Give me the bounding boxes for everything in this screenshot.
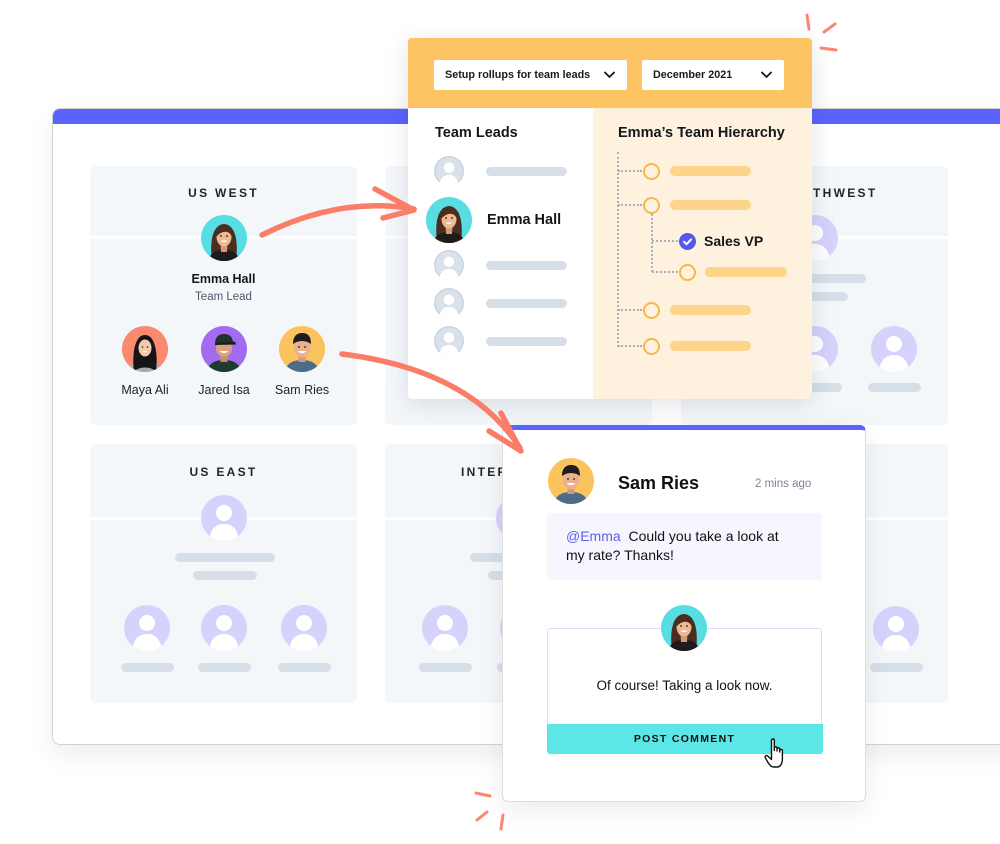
placeholder-avatar-icon	[124, 605, 170, 651]
placeholder-avatar-icon	[434, 288, 464, 318]
avatar-emma-hall[interactable]	[201, 215, 247, 261]
placeholder-bar	[868, 383, 921, 392]
avatar-emma-hall	[661, 605, 707, 651]
rollup-mode-select[interactable]: Setup rollups for team leads	[434, 60, 627, 90]
team-hierarchy-pane: Emma’s Team Hierarchy Sales VP	[593, 108, 812, 399]
placeholder-bar	[486, 167, 567, 176]
period-value: December 2021	[653, 69, 733, 81]
region-label: THWEST	[813, 186, 878, 200]
placeholder-bar	[705, 267, 787, 277]
rollup-panel: Setup rollups for team leads December 20…	[408, 38, 812, 399]
reply-text[interactable]: Of course! Taking a look now.	[548, 678, 821, 693]
sparkle-icon	[474, 791, 505, 831]
rollup-mode-value: Setup rollups for team leads	[445, 69, 591, 81]
placeholder-bar	[670, 200, 751, 210]
tree-line	[618, 204, 642, 206]
placeholder-avatar-icon	[873, 606, 919, 652]
placeholder-bar	[486, 261, 567, 270]
period-select[interactable]: December 2021	[642, 60, 784, 90]
region-label: US EAST	[189, 465, 258, 479]
hierarchy-label: Sales VP	[704, 233, 764, 249]
placeholder-avatar-icon	[434, 156, 464, 186]
avatar-emma-hall	[426, 197, 472, 243]
radio-circle-icon	[679, 264, 696, 281]
hand-cursor-icon	[764, 738, 784, 768]
radio-circle-icon	[643, 163, 660, 180]
placeholder-bar	[670, 341, 751, 351]
placeholder-bar	[175, 553, 275, 562]
lead-role: Team Lead	[195, 291, 252, 303]
tree-line	[617, 152, 619, 347]
placeholder-avatar-icon	[434, 250, 464, 280]
tree-line	[652, 271, 678, 273]
member-name: Jared Isa	[198, 383, 250, 397]
tree-line	[652, 240, 678, 242]
team-leads-pane: Team Leads Emma Hall	[408, 108, 593, 399]
placeholder-bar	[670, 166, 751, 176]
radio-circle-icon	[643, 302, 660, 319]
placeholder-bar	[198, 663, 251, 672]
lead-name: Emma Hall	[191, 272, 256, 286]
avatar-maya-ali[interactable]	[122, 326, 168, 372]
hierarchy-title: Emma’s Team Hierarchy	[618, 125, 785, 141]
chevron-down-icon	[604, 71, 615, 79]
placeholder-avatar-icon	[201, 605, 247, 651]
avatar-jared-isa[interactable]	[201, 326, 247, 372]
team-lead-name: Emma Hall	[487, 212, 562, 228]
comment-author: Sam Ries	[618, 473, 700, 493]
placeholder-avatar-icon	[201, 495, 247, 541]
placeholder-bar	[278, 663, 331, 672]
check-circle-icon	[679, 233, 696, 250]
region-card-us-west[interactable]: US WEST Emma Hall Team Lead Maya Ali Jar…	[90, 166, 357, 425]
comment-timestamp: 2 mins ago	[755, 478, 812, 490]
region-card-us-east[interactable]: US EAST	[90, 444, 357, 703]
tree-line	[618, 345, 642, 347]
placeholder-bar	[419, 663, 472, 672]
tree-line	[618, 170, 642, 172]
placeholder-avatar-icon	[281, 605, 327, 651]
placeholder-bar	[193, 571, 257, 580]
member-name: Sam Ries	[274, 383, 330, 397]
radio-circle-icon	[643, 197, 660, 214]
member-name: Maya Ali	[121, 383, 169, 397]
radio-circle-icon	[643, 338, 660, 355]
tree-line	[618, 309, 642, 311]
placeholder-bar	[121, 663, 174, 672]
mention-link[interactable]: @Emma	[566, 528, 621, 544]
avatar-sam-ries	[548, 458, 594, 504]
placeholder-bar	[670, 305, 751, 315]
placeholder-avatar-icon	[434, 326, 464, 356]
placeholder-bar	[870, 663, 923, 672]
rollup-panel-header: Setup rollups for team leads December 20…	[408, 38, 812, 108]
region-label: US WEST	[188, 186, 259, 200]
comment-card: Sam Ries 2 mins ago @Emma Could you take…	[502, 425, 866, 802]
chevron-down-icon	[761, 71, 772, 79]
placeholder-bar	[486, 299, 567, 308]
placeholder-bar	[486, 337, 567, 346]
comment-message: @Emma Could you take a look at my rate? …	[547, 513, 822, 580]
tree-line	[651, 214, 653, 272]
team-leads-title: Team Leads	[435, 125, 518, 141]
placeholder-avatar-icon	[871, 326, 917, 372]
avatar-sam-ries[interactable]	[279, 326, 325, 372]
page: US WEST Emma Hall Team Lead Maya Ali Jar…	[0, 0, 1000, 844]
placeholder-avatar-icon	[422, 605, 468, 651]
